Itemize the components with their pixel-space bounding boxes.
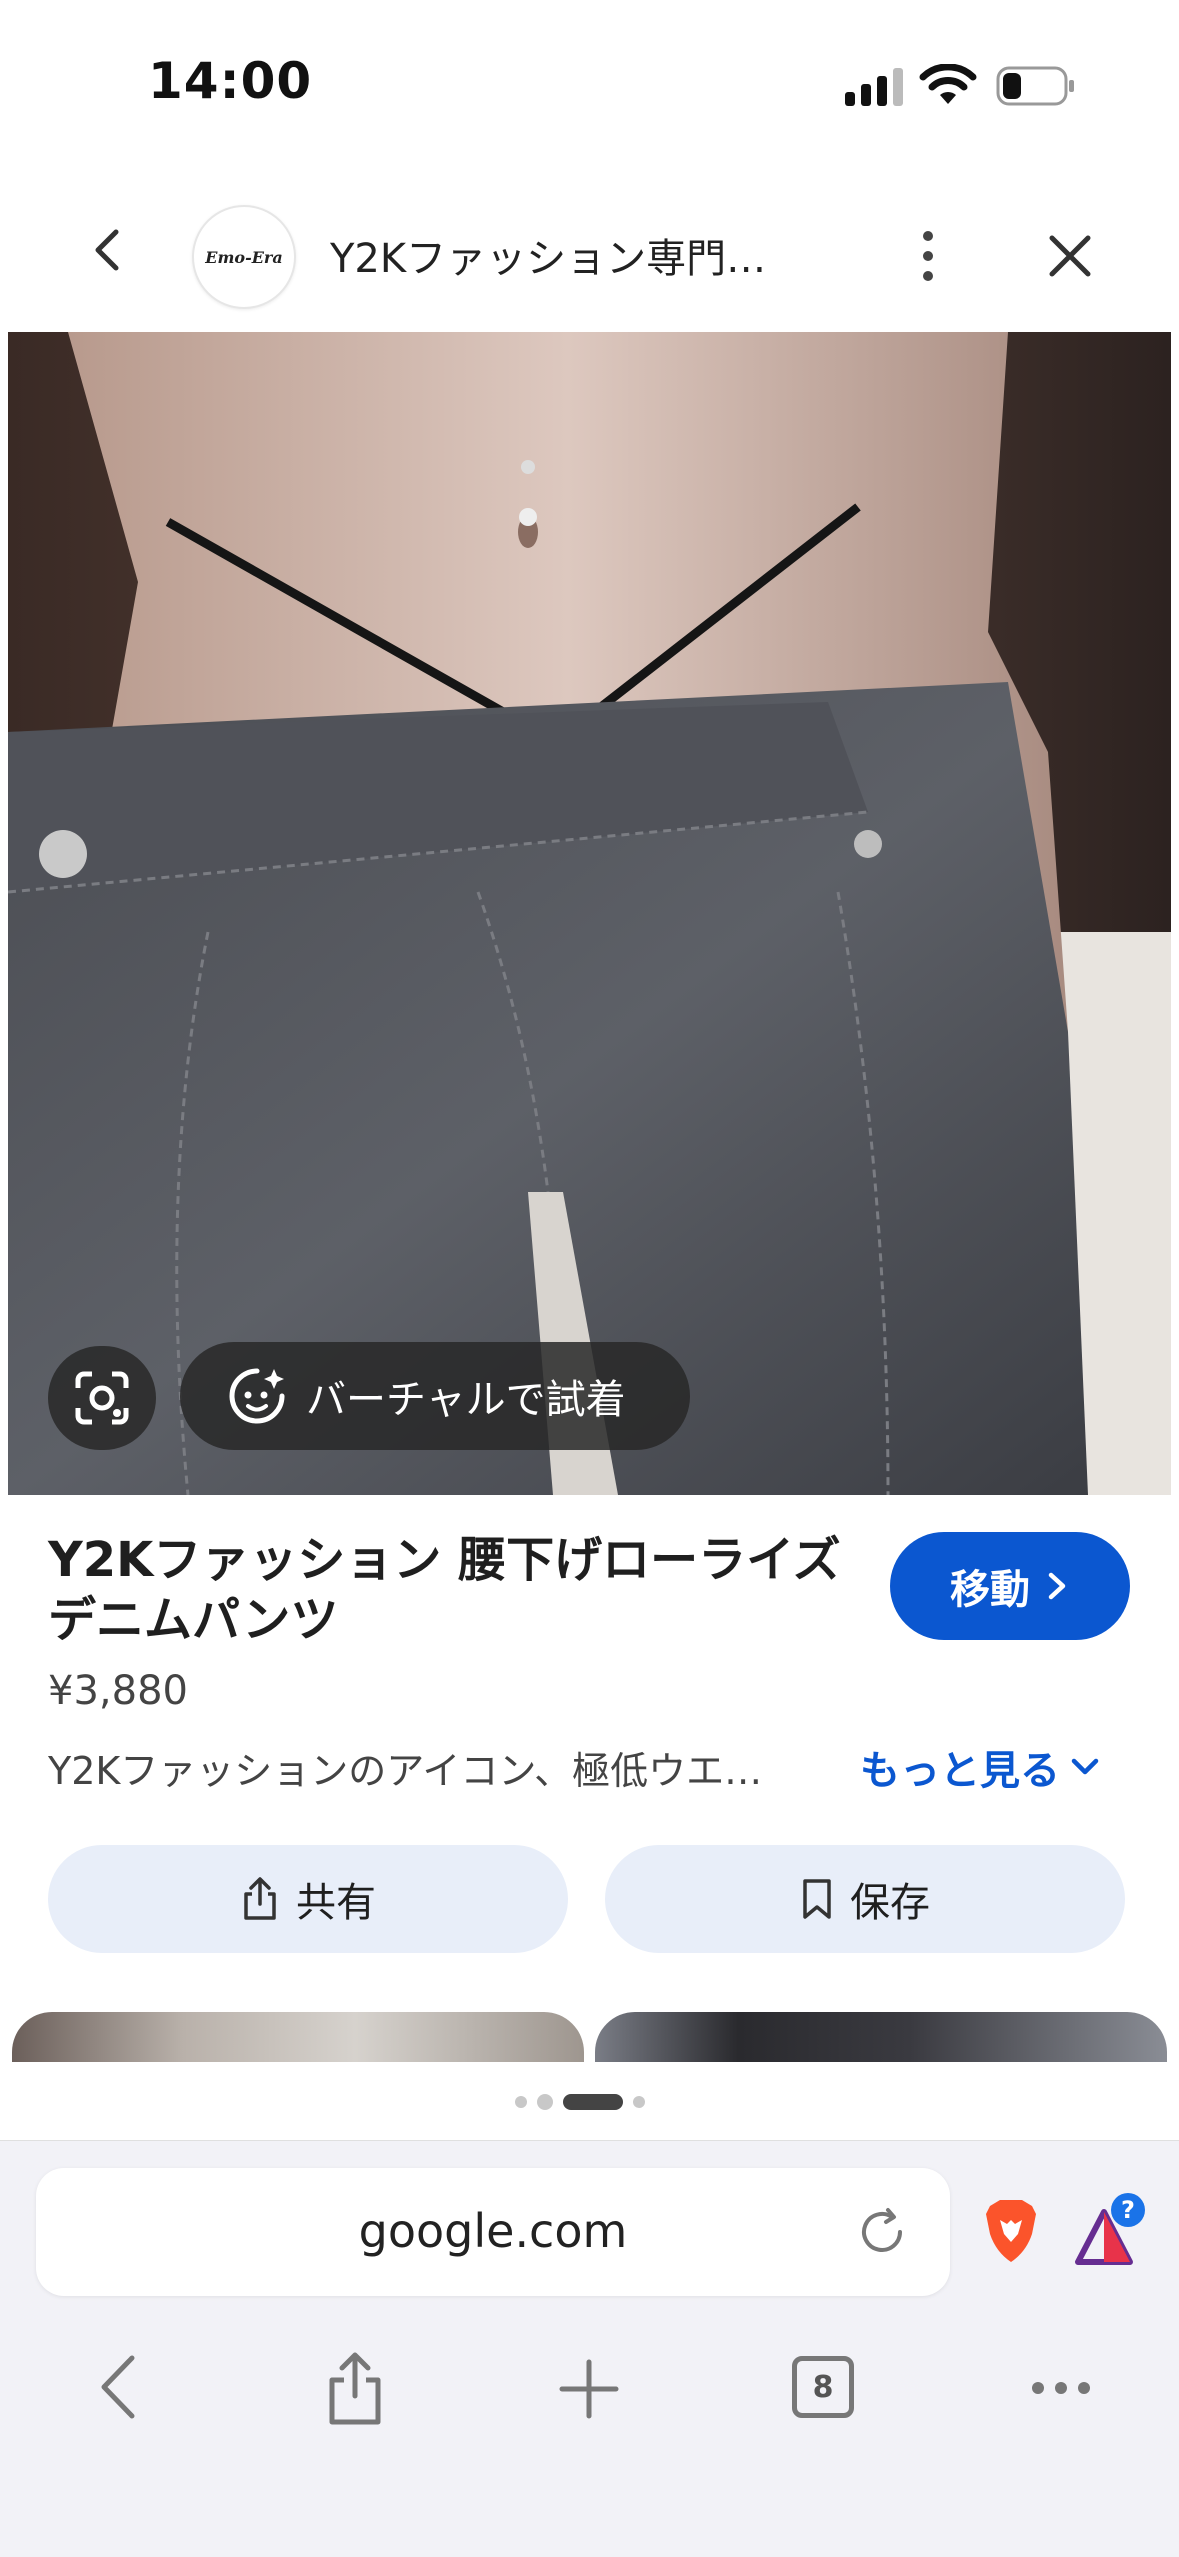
brave-shields-icon[interactable] (976, 2196, 1046, 2266)
lens-icon (75, 1371, 129, 1425)
chevron-right-icon (1048, 1572, 1066, 1600)
more-vert-icon[interactable] (908, 224, 948, 288)
page-title[interactable]: Y2Kファッション専門… (330, 226, 766, 284)
sparkle-face-icon (229, 1368, 285, 1424)
reload-icon[interactable] (854, 2204, 910, 2260)
nav-back-icon[interactable] (94, 2352, 142, 2422)
save-label: 保存 (850, 1880, 930, 1926)
more-link[interactable]: もっと見る (860, 1738, 1100, 1796)
site-logo[interactable]: Emo-Era (192, 205, 296, 309)
nav-share-icon[interactable] (320, 2352, 390, 2426)
address-bar-url[interactable]: google.com (36, 2204, 950, 2258)
visit-button-label: 移動 (950, 1567, 1030, 1613)
save-button[interactable]: 保存 (605, 1845, 1125, 1953)
share-button[interactable]: 共有 (48, 1845, 568, 1953)
product-title: Y2Kファッション 腰下げローライズデニムパンツ (48, 1532, 841, 1648)
more-horiz-icon[interactable] (1030, 2378, 1092, 2398)
virtual-try-on-button[interactable]: バーチャルで試着 (180, 1342, 690, 1450)
cellular-signal-icon (845, 68, 903, 106)
chevron-down-icon (1071, 1758, 1099, 1775)
page-indicator (515, 2094, 645, 2110)
site-logo-text: Emo-Era (205, 247, 283, 267)
close-icon[interactable] (1042, 228, 1098, 284)
visit-button[interactable]: 移動 (890, 1532, 1130, 1640)
share-icon (244, 1877, 276, 1920)
virtual-try-on-label: バーチャルで試着 (306, 1377, 626, 1423)
related-image-thumbnail[interactable] (595, 2012, 1167, 2062)
page-dot (537, 2094, 553, 2110)
brave-rewards-icon[interactable]: ? (1072, 2190, 1152, 2270)
status-time: 14:00 (148, 52, 313, 110)
more-link-label: もっと見る (860, 1748, 1060, 1794)
related-image-thumbnail[interactable] (12, 2012, 584, 2062)
rewards-badge: ? (1121, 2196, 1135, 2224)
page-dot-active (563, 2094, 623, 2110)
bookmark-icon (803, 1879, 831, 1919)
tab-switcher-button[interactable]: 8 (792, 2356, 854, 2418)
product-price: ¥3,880 (48, 1668, 188, 1714)
battery-icon (996, 66, 1074, 106)
page-dot (515, 2096, 527, 2108)
product-description: Y2Kファッションのアイコン、極低ウエ… (48, 1749, 763, 1793)
product-image[interactable] (8, 332, 1171, 1495)
google-lens-button[interactable] (48, 1346, 156, 1450)
wifi-icon (919, 64, 977, 104)
new-tab-icon[interactable] (556, 2356, 622, 2422)
share-label: 共有 (296, 1880, 376, 1926)
page-dot (633, 2096, 645, 2108)
back-chevron-icon[interactable] (80, 222, 136, 278)
